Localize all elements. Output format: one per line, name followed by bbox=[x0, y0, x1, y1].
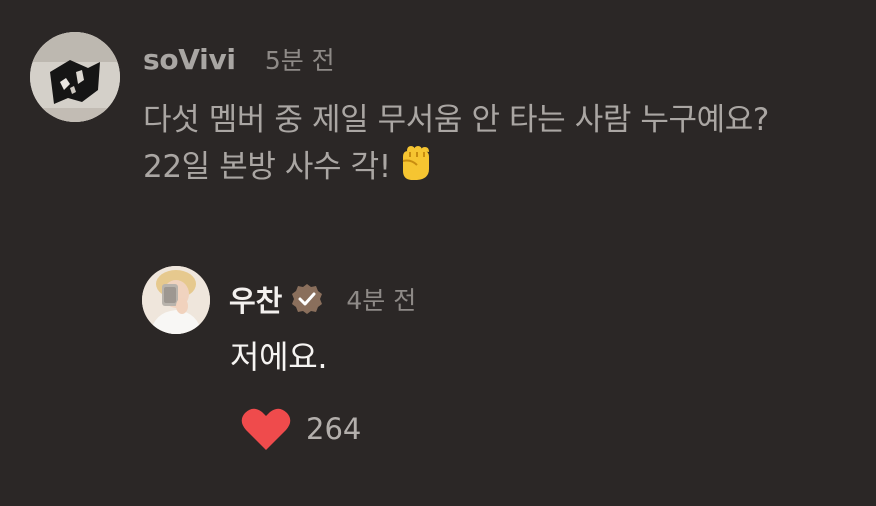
comment-text-line-2: 22일 본방 사수 각! bbox=[143, 149, 391, 185]
verified-badge-icon bbox=[290, 282, 324, 316]
comment-text-line: 22일 본방 사수 각! bbox=[143, 143, 873, 196]
user-avatar-image bbox=[30, 32, 120, 122]
comment-username[interactable]: soVivi bbox=[143, 43, 236, 76]
reply-avatar[interactable] bbox=[142, 266, 210, 334]
comment-timestamp: 5분 전 bbox=[264, 46, 335, 75]
reply-text: 저에요. bbox=[230, 338, 328, 376]
reply-header: 우찬 4분 전 bbox=[229, 278, 416, 320]
comment-header: soVivi 5분 전 bbox=[143, 41, 335, 77]
reply-username[interactable]: 우찬 bbox=[229, 278, 282, 320]
reply-timestamp: 4분 전 bbox=[346, 286, 417, 315]
like-count: 264 bbox=[306, 412, 362, 446]
avatar[interactable] bbox=[30, 32, 120, 122]
raised-fist-icon bbox=[397, 143, 433, 196]
comment-text: 다섯 멤버 중 제일 무서움 안 타는 사람 누구예요? 22일 본방 사수 각… bbox=[143, 98, 873, 196]
like-button[interactable]: 264 bbox=[240, 406, 361, 452]
reply-avatar-image bbox=[142, 266, 210, 334]
comment-thread: soVivi 5분 전 다섯 멤버 중 제일 무서움 안 타는 사람 누구예요?… bbox=[0, 0, 876, 506]
heart-icon[interactable] bbox=[240, 406, 292, 452]
comment-text-line: 다섯 멤버 중 제일 무서움 안 타는 사람 누구예요? bbox=[143, 102, 769, 138]
